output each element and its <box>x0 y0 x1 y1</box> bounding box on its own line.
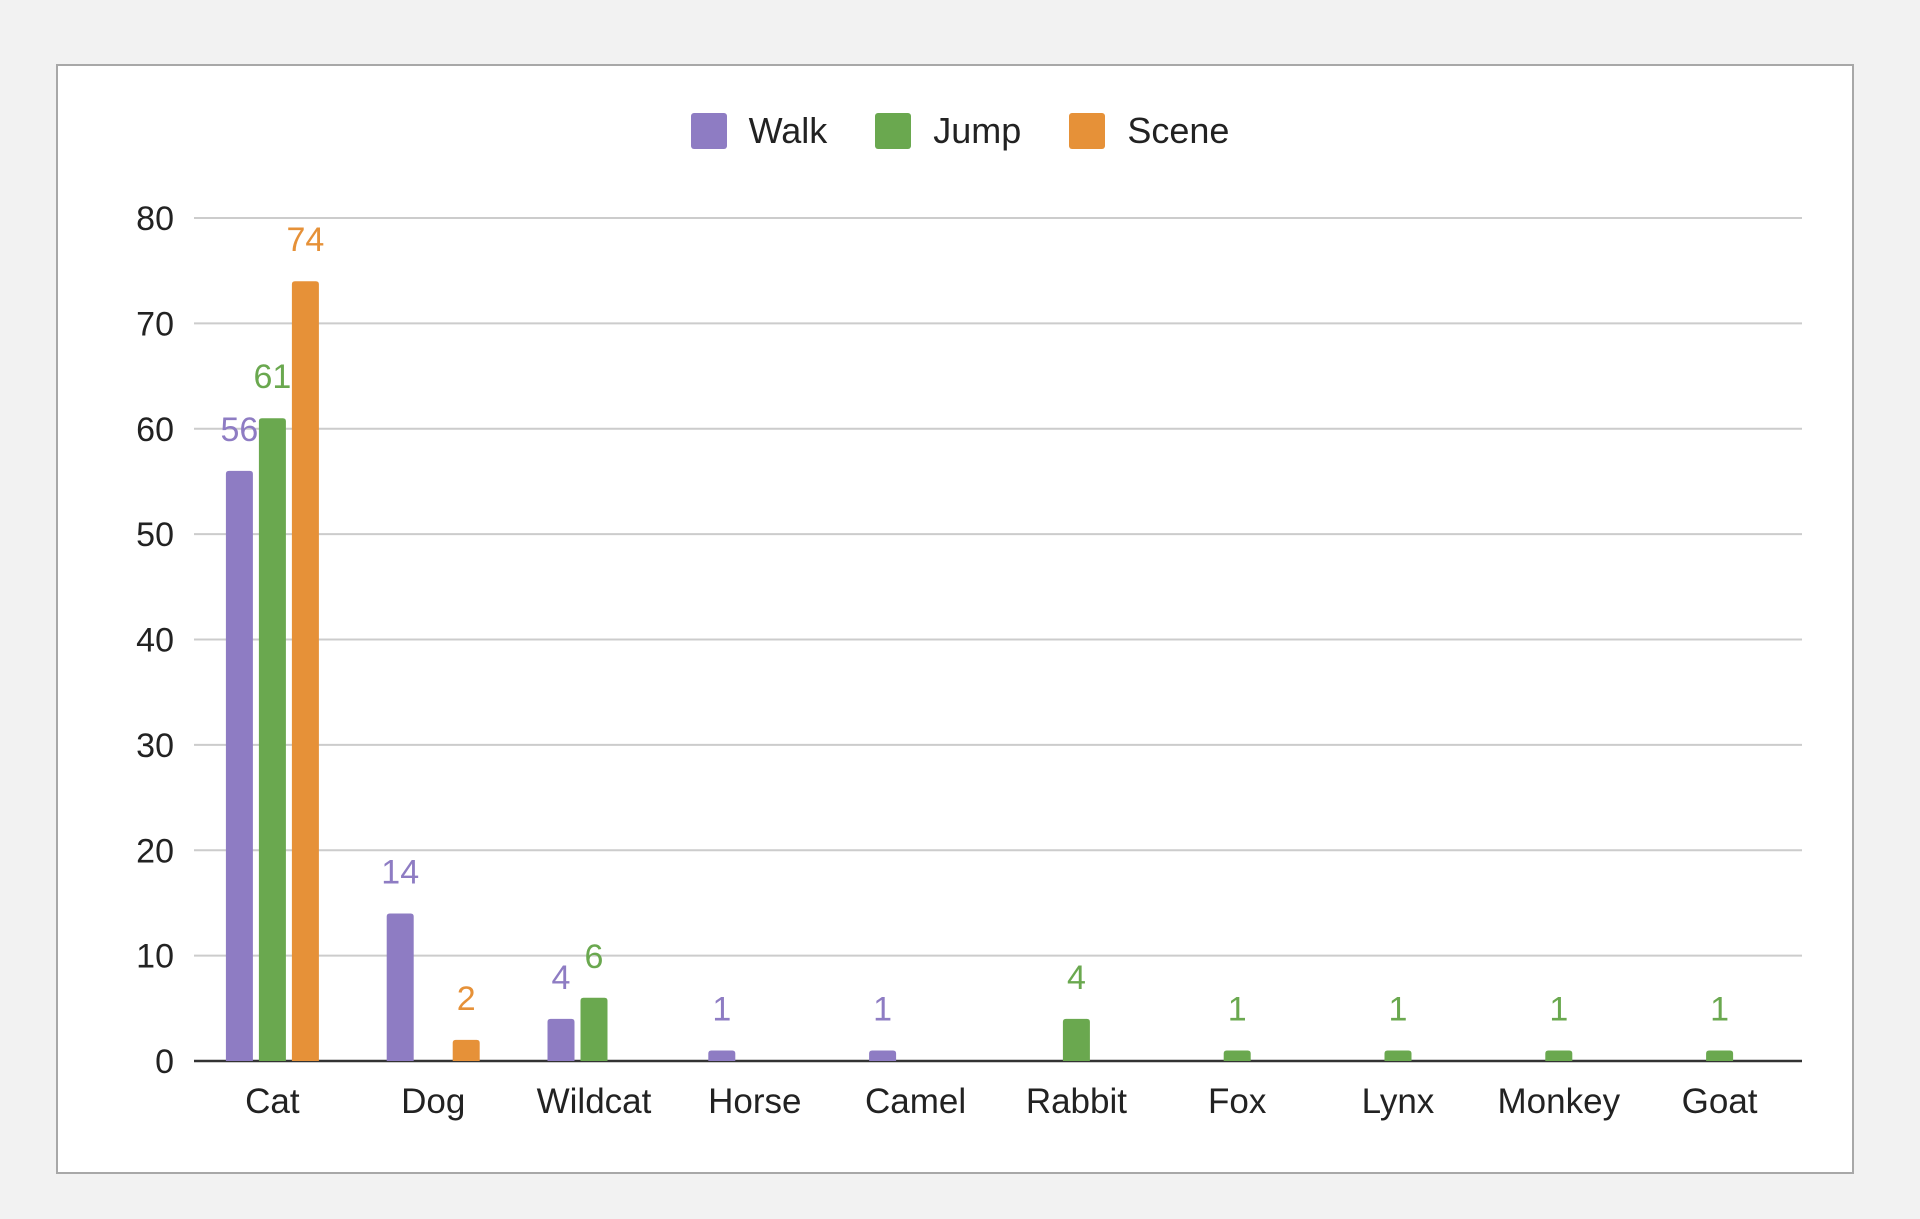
x-tick-label-camel: Camel <box>865 1082 966 1121</box>
x-tick-label-goat: Goat <box>1682 1082 1758 1121</box>
data-label-jump-cat: 61 <box>253 358 291 396</box>
bar-walk-dog <box>386 913 414 1061</box>
data-label-walk-horse: 1 <box>712 990 731 1028</box>
x-tick-label-monkey: Monkey <box>1498 1082 1621 1121</box>
bar-jump-fox <box>1223 1050 1251 1061</box>
data-label-jump-goat: 1 <box>1710 990 1729 1028</box>
y-tick-label-20: 20 <box>136 832 174 870</box>
data-label-jump-wildcat: 6 <box>585 938 604 976</box>
bar-scene-cat <box>291 281 319 1062</box>
data-label-scene-cat: 74 <box>286 221 324 259</box>
bar-walk-horse <box>708 1050 736 1061</box>
y-tick-label-0: 0 <box>155 1043 174 1081</box>
bar-walk-wildcat <box>547 1018 575 1061</box>
bar-jump-cat <box>258 418 286 1061</box>
x-tick-label-horse: Horse <box>708 1082 801 1121</box>
bar-jump-lynx <box>1384 1050 1412 1061</box>
data-label-walk-wildcat: 4 <box>552 959 571 997</box>
y-tick-label-60: 60 <box>136 411 174 449</box>
y-tick-label-70: 70 <box>136 305 174 343</box>
data-label-jump-lynx: 1 <box>1389 990 1408 1028</box>
x-tick-label-rabbit: Rabbit <box>1026 1082 1127 1121</box>
data-label-jump-monkey: 1 <box>1549 990 1568 1028</box>
data-label-jump-fox: 1 <box>1228 990 1247 1028</box>
data-label-walk-dog: 14 <box>381 853 419 891</box>
x-tick-label-fox: Fox <box>1208 1082 1267 1121</box>
bar-walk-cat <box>225 470 253 1061</box>
data-label-walk-camel: 1 <box>873 990 892 1028</box>
bar-scene-dog <box>452 1039 480 1061</box>
x-tick-label-dog: Dog <box>401 1082 465 1121</box>
data-label-walk-cat: 56 <box>220 411 258 449</box>
bar-jump-wildcat <box>580 997 608 1061</box>
x-tick-label-wildcat: Wildcat <box>537 1082 652 1121</box>
bar-walk-camel <box>869 1050 897 1061</box>
x-tick-label-cat: Cat <box>245 1082 300 1121</box>
y-tick-label-50: 50 <box>136 516 174 554</box>
data-label-scene-dog: 2 <box>457 980 476 1018</box>
y-tick-label-40: 40 <box>136 622 174 660</box>
bar-jump-monkey <box>1545 1050 1573 1061</box>
y-tick-label-80: 80 <box>136 200 174 238</box>
y-tick-label-30: 30 <box>136 727 174 765</box>
data-label-jump-rabbit: 4 <box>1067 959 1086 997</box>
bar-jump-goat <box>1706 1050 1734 1061</box>
bar-jump-rabbit <box>1062 1018 1090 1061</box>
y-tick-label-10: 10 <box>136 938 174 976</box>
bar-chart: 01020304050607080566174Cat142Dog46Wildca… <box>136 200 1802 1121</box>
x-tick-label-lynx: Lynx <box>1362 1082 1435 1121</box>
